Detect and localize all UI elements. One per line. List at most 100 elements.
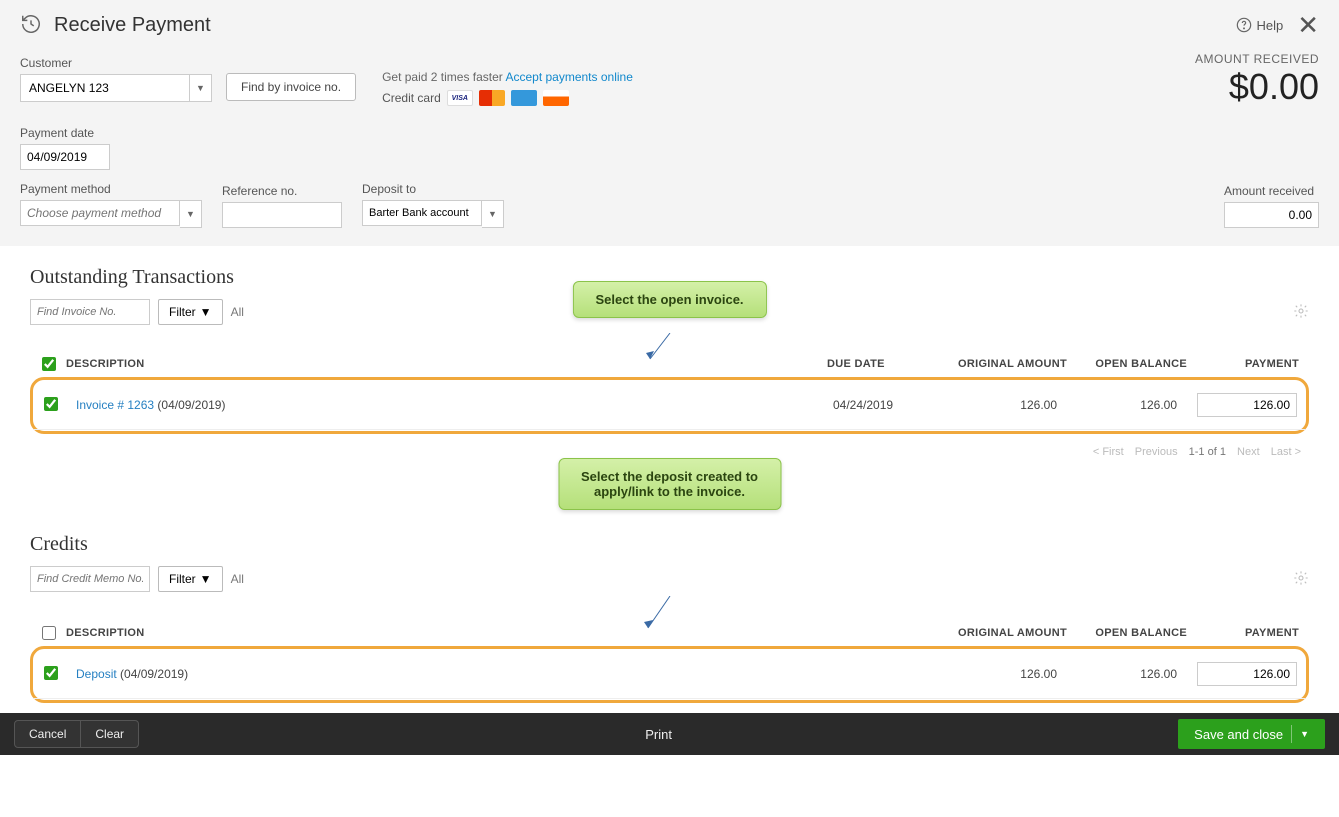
callout-line1: Select the deposit created to [581, 469, 758, 484]
find-by-invoice-button[interactable]: Find by invoice no. [226, 73, 356, 101]
credits-check-all[interactable] [42, 626, 56, 640]
pager-prev[interactable]: Previous [1135, 446, 1178, 458]
close-icon[interactable]: ✕ [1297, 12, 1319, 38]
credits-all-label: All [231, 572, 244, 586]
credits-title: Credits [30, 533, 1309, 556]
payment-method-input[interactable] [20, 200, 180, 226]
callout-line2: apply/link to the invoice. [581, 484, 758, 499]
payment-method-dropdown-btn[interactable]: ▼ [180, 200, 202, 228]
footer-left: Cancel Clear [14, 720, 139, 748]
table-row[interactable]: Invoice # 1263 (04/09/2019) 04/24/2019 1… [34, 381, 1305, 430]
outstanding-table-highlight: Invoice # 1263 (04/09/2019) 04/24/2019 1… [30, 377, 1309, 434]
amount-received-value: $0.00 [1195, 66, 1319, 108]
help-button[interactable]: Help [1236, 17, 1283, 33]
payment-method-label: Payment method [20, 182, 202, 196]
callout-select-deposit: Select the deposit created to apply/link… [558, 458, 781, 510]
promo-text: Get paid 2 times faster [382, 70, 503, 84]
help-icon [1236, 17, 1252, 33]
outstanding-table: Invoice # 1263 (04/09/2019) 04/24/2019 1… [34, 381, 1305, 430]
deposit-link[interactable]: Deposit [76, 667, 117, 681]
caret-down-icon[interactable]: ▼ [1300, 729, 1309, 739]
payment-date-input[interactable] [20, 144, 110, 170]
deposit-to-dropdown-btn[interactable]: ▼ [482, 200, 504, 228]
col-due-date: DUE DATE [827, 358, 927, 370]
col-open-balance: OPEN BALANCE [1067, 358, 1187, 370]
filter-label: Filter [169, 572, 196, 586]
find-invoice-input[interactable] [30, 299, 150, 325]
cell-open: 126.00 [1065, 381, 1185, 430]
deposit-to-input[interactable] [362, 200, 482, 226]
invoice-date: (04/09/2019) [157, 398, 225, 412]
gear-icon[interactable] [1293, 570, 1309, 589]
credit-card-row: Credit card VISA [382, 90, 633, 106]
footer-bar: Cancel Clear Print Save and close ▼ [0, 713, 1339, 755]
panel-header: Receive Payment Help ✕ [0, 0, 1339, 46]
clear-button[interactable]: Clear [81, 720, 139, 748]
outstanding-headers: DESCRIPTION DUE DATE ORIGINAL AMOUNT OPE… [30, 357, 1309, 377]
outstanding-pager: < First Previous 1-1 of 1 Next Last > [30, 440, 1309, 458]
caret-down-icon: ▼ [200, 572, 212, 586]
col-original-amount: ORIGINAL AMOUNT [927, 627, 1067, 639]
credits-filter-button[interactable]: Filter ▼ [158, 566, 223, 592]
credits-filter-row: Filter ▼ All [30, 566, 1309, 592]
pager-first[interactable]: < First [1093, 446, 1124, 458]
col-payment: PAYMENT [1187, 358, 1307, 370]
credits-section: Credits Filter ▼ All DESCRIPTION ORIGINA… [30, 533, 1309, 727]
table-row[interactable]: Deposit (04/09/2019) 126.00 126.00 [34, 650, 1305, 699]
save-and-close-button[interactable]: Save and close ▼ [1178, 719, 1325, 749]
pager-next[interactable]: Next [1237, 446, 1260, 458]
col-payment: PAYMENT [1187, 627, 1307, 639]
form-area: AMOUNT RECEIVED $0.00 Customer ▼ Find by… [0, 46, 1339, 246]
pager-count: 1-1 of 1 [1189, 446, 1226, 458]
payment-input[interactable] [1197, 393, 1297, 417]
customer-dropdown-btn[interactable]: ▼ [190, 74, 212, 102]
customer-label: Customer [20, 56, 212, 70]
invoice-link[interactable]: Invoice # 1263 [76, 398, 154, 412]
customer-input[interactable] [20, 74, 190, 102]
deposit-to-select[interactable]: ▼ [362, 200, 504, 228]
row-checkbox[interactable] [44, 397, 58, 411]
amex-icon [511, 90, 537, 106]
history-icon[interactable] [20, 13, 42, 38]
col-description: DESCRIPTION [66, 358, 827, 370]
reference-input[interactable] [222, 202, 342, 228]
amount-received-label: AMOUNT RECEIVED [1195, 52, 1319, 66]
col-description: DESCRIPTION [66, 627, 927, 639]
row-checkbox[interactable] [44, 666, 58, 680]
accept-payments-link[interactable]: Accept payments online [505, 70, 632, 84]
credits-headers: DESCRIPTION ORIGINAL AMOUNT OPEN BALANCE… [30, 626, 1309, 646]
payment-method-select[interactable]: ▼ [20, 200, 202, 228]
gear-icon[interactable] [1293, 303, 1309, 322]
header-right: Help ✕ [1236, 12, 1319, 38]
find-credit-input[interactable] [30, 566, 150, 592]
row-customer: Customer ▼ Find by invoice no. Get paid … [20, 56, 1319, 106]
caret-down-icon: ▼ [200, 305, 212, 319]
promo-block: Get paid 2 times faster Accept payments … [382, 56, 633, 106]
customer-field: Customer ▼ [20, 56, 212, 102]
payment-date-label: Payment date [20, 126, 1319, 140]
deposit-to-field: Deposit to ▼ [362, 182, 504, 228]
cell-due: 04/24/2019 [825, 381, 925, 430]
cell-open: 126.00 [1065, 650, 1185, 699]
credits-table: Deposit (04/09/2019) 126.00 126.00 [34, 650, 1305, 699]
amount-received-field: Amount received [1224, 184, 1319, 228]
credit-card-label: Credit card [382, 91, 441, 105]
deposit-to-label: Deposit to [362, 182, 504, 196]
print-button[interactable]: Print [139, 727, 1178, 742]
cancel-button[interactable]: Cancel [14, 720, 81, 748]
pager-last[interactable]: Last > [1271, 446, 1301, 458]
cell-orig: 126.00 [925, 650, 1065, 699]
credits-table-highlight: Deposit (04/09/2019) 126.00 126.00 [30, 646, 1309, 703]
col-open-balance: OPEN BALANCE [1067, 627, 1187, 639]
payment-date-field: Payment date [20, 126, 1319, 170]
separator [1291, 725, 1292, 743]
outstanding-all-label: All [231, 305, 244, 319]
payment-input[interactable] [1197, 662, 1297, 686]
outstanding-filter-button[interactable]: Filter ▼ [158, 299, 223, 325]
amount-received-input[interactable] [1224, 202, 1319, 228]
save-label: Save and close [1194, 727, 1283, 742]
customer-select[interactable]: ▼ [20, 74, 212, 102]
outstanding-check-all[interactable] [42, 357, 56, 371]
col-original-amount: ORIGINAL AMOUNT [927, 358, 1067, 370]
help-label: Help [1256, 18, 1283, 33]
